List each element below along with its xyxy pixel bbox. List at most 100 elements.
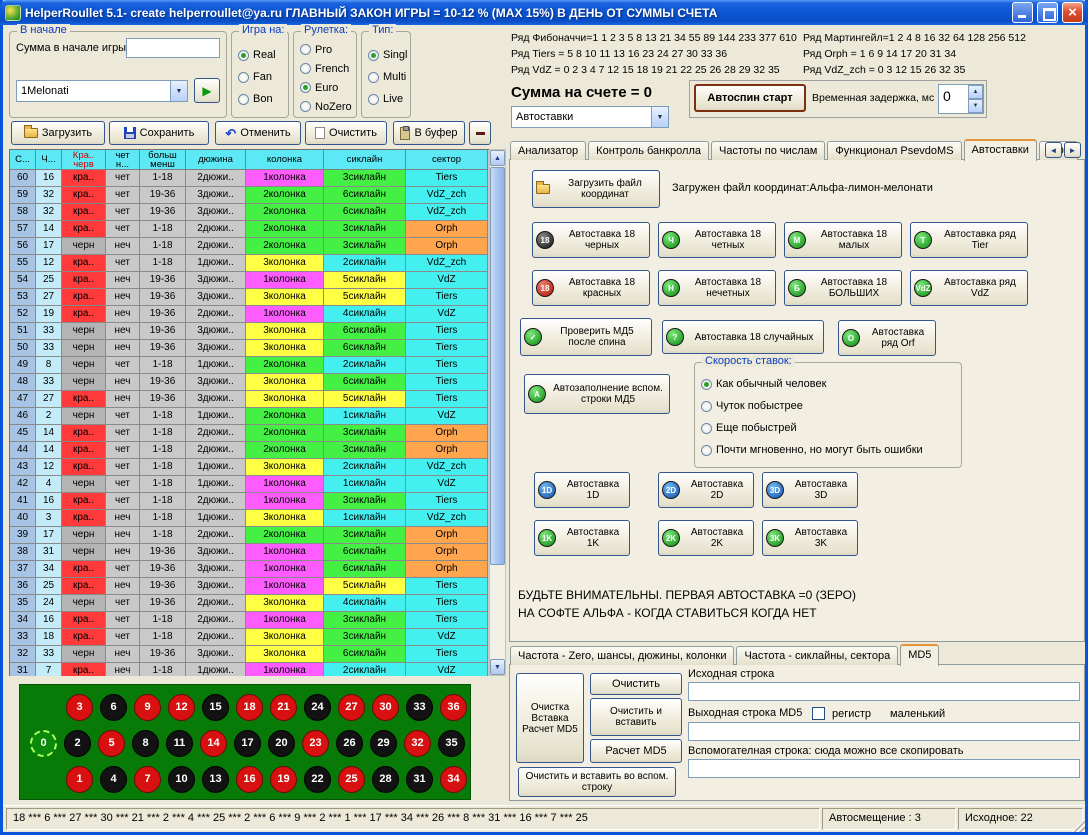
board-number-23[interactable]: 23 [302, 730, 329, 757]
history-row[interactable]: 4833черннеч19-363дюжи..3колонка6сиклайнT… [10, 374, 489, 391]
scroll-up-icon[interactable] [490, 150, 505, 166]
collapse-button[interactable] [469, 121, 491, 145]
history-row[interactable]: 3233черннеч19-363дюжи..3колонка6сиклайнT… [10, 646, 489, 663]
history-row[interactable]: 5932кра..чет19-363дюжи..2колонка6сиклайн… [10, 187, 489, 204]
autobet-автоставка-1k-button[interactable]: 1KАвтоставка 1K [534, 520, 630, 556]
autobet-автоставка-18-больших-button[interactable]: БАвтоставка 18 БОЛЬШИХ [784, 270, 902, 306]
radio-bon[interactable]: Bon [238, 88, 286, 110]
history-row[interactable]: 4116кра..чет1-182дюжи..1колонка3сиклайнT… [10, 493, 489, 510]
tab-автоставки[interactable]: Автоставки [964, 139, 1037, 161]
board-number-29[interactable]: 29 [370, 730, 397, 757]
board-number-25[interactable]: 25 [338, 766, 365, 793]
board-number-21[interactable]: 21 [270, 694, 297, 721]
md5-calc-button[interactable]: Расчет MD5 [590, 739, 682, 763]
profile-select[interactable]: 1Melonati [16, 80, 188, 102]
scrollbar-thumb[interactable] [490, 167, 505, 565]
history-row[interactable]: 498чернчет1-181дюжи..2колонка2сиклайнTie… [10, 357, 489, 374]
board-number-27[interactable]: 27 [338, 694, 365, 721]
check-md5-after-spin-button[interactable]: ✓Проверить МД5 после спина [520, 318, 652, 356]
helper-string-input[interactable] [688, 759, 1080, 778]
board-number-7[interactable]: 7 [134, 766, 161, 793]
history-row[interactable]: 4727кра..неч19-363дюжи..3колонка5сиклайн… [10, 391, 489, 408]
autobet-автоставка-18-красных-button[interactable]: 18Автоставка 18 красных [532, 270, 650, 306]
history-row[interactable]: 4312кра..чет1-181дюжи..3колонка2сиклайнV… [10, 459, 489, 476]
radio-чуток-побыстрее[interactable]: Чуток побыстрее [701, 395, 959, 417]
history-row[interactable]: 5133черннеч19-363дюжи..3колонка6сиклайнT… [10, 323, 489, 340]
history-row[interactable]: 6016кра..чет1-182дюжи..1колонка3сиклайнT… [10, 170, 489, 187]
board-number-34[interactable]: 34 [440, 766, 467, 793]
spinner-up-icon[interactable] [968, 85, 983, 99]
history-row[interactable]: 4514кра..чет1-182дюжи..2колонка3сиклайнO… [10, 425, 489, 442]
board-number-31[interactable]: 31 [406, 766, 433, 793]
tabs-scroll-left-button[interactable] [1045, 142, 1062, 158]
autobet-автоставка-18-нечетных-button[interactable]: НАвтоставка 18 нечетных [658, 270, 776, 306]
history-row[interactable]: 3917черннеч1-182дюжи..2колонка3сиклайнOr… [10, 527, 489, 544]
tab-частоты-по-числам[interactable]: Частоты по числам [711, 141, 825, 160]
autobet-автоставка-ряд-tier-button[interactable]: TАвтоставка ряд Tier [910, 222, 1028, 258]
maximize-button[interactable] [1037, 2, 1058, 23]
autobet-18-random-button[interactable]: ?Автоставка 18 случайных [662, 320, 824, 354]
autofill-md5-helper-button[interactable]: ААвтозаполнение вспом. строки МД5 [524, 374, 670, 414]
board-number-8[interactable]: 8 [132, 730, 159, 757]
history-row[interactable]: 5219кра..неч19-362дюжи..1колонка4сиклайн… [10, 306, 489, 323]
bottom-tab-частота-zero-шансы-дюжины-колонки[interactable]: Частота - Zero, шансы, дюжины, колонки [510, 646, 734, 665]
history-row[interactable]: 3625кра..неч19-363дюжи..1колонка5сиклайн… [10, 578, 489, 595]
radio-real[interactable]: Real [238, 44, 286, 66]
case-checkbox[interactable] [812, 707, 825, 720]
scroll-down-icon[interactable] [490, 659, 505, 675]
board-number-22[interactable]: 22 [304, 766, 331, 793]
board-number-18[interactable]: 18 [236, 694, 263, 721]
load-coordinates-button[interactable]: Загрузить файл координат [532, 170, 660, 208]
board-number-24[interactable]: 24 [304, 694, 331, 721]
autobet-автоставка-3k-button[interactable]: 3KАвтоставка 3K [762, 520, 858, 556]
bottom-tab-md5[interactable]: MD5 [900, 644, 939, 666]
radio-fan[interactable]: Fan [238, 66, 286, 88]
history-row[interactable]: 317кра..неч1-181дюжи..1колонка2сиклайнVd… [10, 663, 489, 676]
history-row[interactable]: 462чернчет1-181дюжи..2колонка1сиклайнVdZ [10, 408, 489, 425]
undo-button[interactable]: Отменить [215, 121, 301, 145]
board-number-0[interactable]: 0 [30, 730, 57, 757]
play-button[interactable] [194, 78, 220, 103]
board-number-28[interactable]: 28 [372, 766, 399, 793]
table-scrollbar[interactable] [489, 149, 506, 676]
autobet-автоставка-3d-button[interactable]: 3DАвтоставка 3D [762, 472, 858, 508]
board-number-11[interactable]: 11 [166, 730, 193, 757]
history-row[interactable]: 3524чернчет19-362дюжи..3колонка4сиклайнT… [10, 595, 489, 612]
md5-clear-and-paste-button[interactable]: Очистить и вставить [590, 698, 682, 736]
autobet-автоставка-ряд-vdz-button[interactable]: VdZАвтоставка ряд VdZ [910, 270, 1028, 306]
save-button[interactable]: Сохранить [109, 121, 209, 145]
board-number-36[interactable]: 36 [440, 694, 467, 721]
radio-pro[interactable]: Pro [300, 40, 354, 59]
radio-multi[interactable]: Multi [368, 66, 408, 88]
board-number-10[interactable]: 10 [168, 766, 195, 793]
board-number-5[interactable]: 5 [98, 730, 125, 757]
history-row[interactable]: 5617черннеч1-182дюжи..2колонка3сиклайнOr… [10, 238, 489, 255]
clear-button[interactable]: Очистить [305, 121, 387, 145]
tabs-scroll-right-button[interactable] [1064, 142, 1081, 158]
board-number-33[interactable]: 33 [406, 694, 433, 721]
history-row[interactable]: 5033черннеч19-363дюжи..3колонка6сиклайнT… [10, 340, 489, 357]
board-number-4[interactable]: 4 [100, 766, 127, 793]
board-number-6[interactable]: 6 [100, 694, 127, 721]
spinner-down-icon[interactable] [968, 99, 983, 113]
clear-paste-calc-md5-button[interactable]: Очистка Вставка Расчет MD5 [516, 673, 584, 763]
radio-live[interactable]: Live [368, 88, 408, 110]
history-row[interactable]: 5512кра..чет1-181дюжи..3колонка2сиклайнV… [10, 255, 489, 272]
board-number-13[interactable]: 13 [202, 766, 229, 793]
close-button[interactable] [1062, 2, 1083, 23]
copy-to-buffer-button[interactable]: В буфер [393, 121, 465, 145]
autobet-автоставка-18-малых-button[interactable]: MАвтоставка 18 малых [784, 222, 902, 258]
board-number-32[interactable]: 32 [404, 730, 431, 757]
chevron-down-icon[interactable] [651, 107, 668, 127]
autobet-автоставка-18-черных-button[interactable]: 18Автоставка 18 черных [532, 222, 650, 258]
autobet-автоставка-1d-button[interactable]: 1DАвтоставка 1D [534, 472, 630, 508]
history-row[interactable]: 403кра..неч1-181дюжи..3колонка1сиклайнVd… [10, 510, 489, 527]
bottom-tab-частота-сиклайны-сектора[interactable]: Частота - сиклайны, сектора [736, 646, 898, 665]
radio-nozero[interactable]: NoZero [300, 97, 354, 116]
md5-clear-button[interactable]: Очистить [590, 673, 682, 695]
board-number-30[interactable]: 30 [372, 694, 399, 721]
board-number-20[interactable]: 20 [268, 730, 295, 757]
history-row[interactable]: 3318кра..чет1-182дюжи..3колонка3сиклайнV… [10, 629, 489, 646]
board-number-12[interactable]: 12 [168, 694, 195, 721]
board-number-19[interactable]: 19 [270, 766, 297, 793]
